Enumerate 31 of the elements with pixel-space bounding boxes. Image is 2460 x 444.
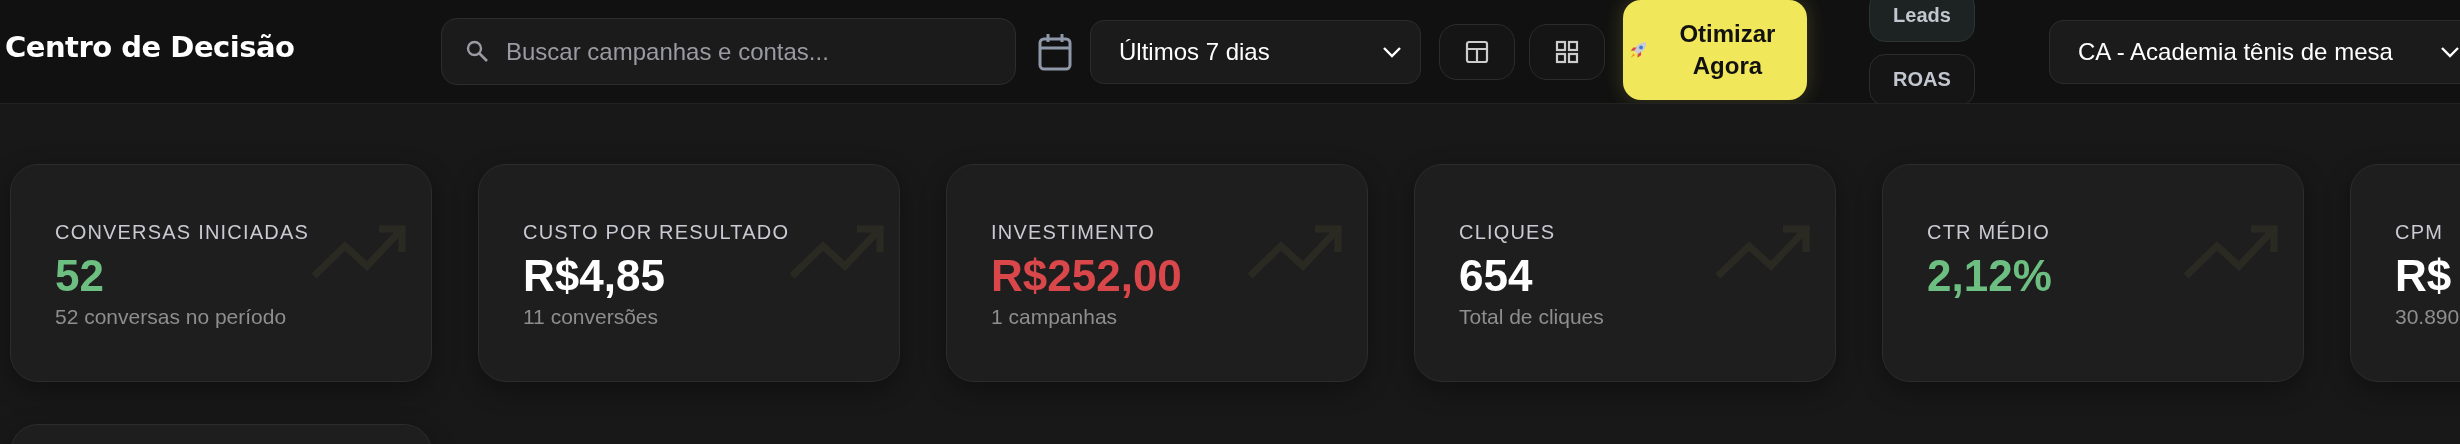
- metric-subtitle: 1 campanhas: [991, 304, 1119, 330]
- period-dropdown[interactable]: Últimos 7 dias: [1090, 19, 1421, 84]
- metric-toggle[interactable]: ROAS: [1869, 53, 1975, 103]
- account-dropdown[interactable]: CA - Academia tênis de mesa: [2049, 19, 2460, 84]
- metric-label: INVESTIMENTO: [991, 220, 1157, 244]
- grid-icon: [1555, 39, 1579, 64]
- optimize-button[interactable]: Otimizar Agora: [1623, 0, 1807, 100]
- metric-label: CONVERSAS INICIADAS: [55, 220, 309, 244]
- chevron-down-icon: [2440, 45, 2460, 58]
- metric-subtitle: 11 conversões: [523, 304, 660, 330]
- page-title: Centro de Decisão: [5, 29, 296, 64]
- table-icon: [1465, 39, 1489, 64]
- metric-value: R$4,85: [523, 250, 666, 302]
- metric-value: 654: [1459, 250, 1534, 302]
- metric-subtitle: 30.890: [2395, 304, 2460, 330]
- metric-subtitle: Total de cliques: [1459, 304, 1604, 330]
- calendar-icon[interactable]: [1038, 32, 1072, 71]
- metric-label: CPM: [2395, 220, 2445, 244]
- metric-value: 2,12%: [1927, 250, 2052, 302]
- metric-label: CUSTO POR RESULTADO: [523, 220, 790, 244]
- chevron-down-icon: [1382, 45, 1402, 58]
- metric-toggle[interactable]: Leads: [1869, 0, 1975, 42]
- metric-label: CLIQUES: [1459, 220, 1557, 244]
- table-view-button[interactable]: [1439, 23, 1515, 80]
- search-field[interactable]: Buscar campanhas e contas...: [441, 18, 1016, 85]
- metric-value: R$: [2395, 250, 2453, 302]
- metric-subtitle: 52 conversas no período: [55, 304, 288, 330]
- metric-value: R$252,00: [991, 250, 1182, 302]
- metric-value: 52: [55, 250, 105, 302]
- grid-view-button[interactable]: [1529, 23, 1605, 80]
- metric-label: CTR MÉDIO: [1927, 220, 2052, 244]
